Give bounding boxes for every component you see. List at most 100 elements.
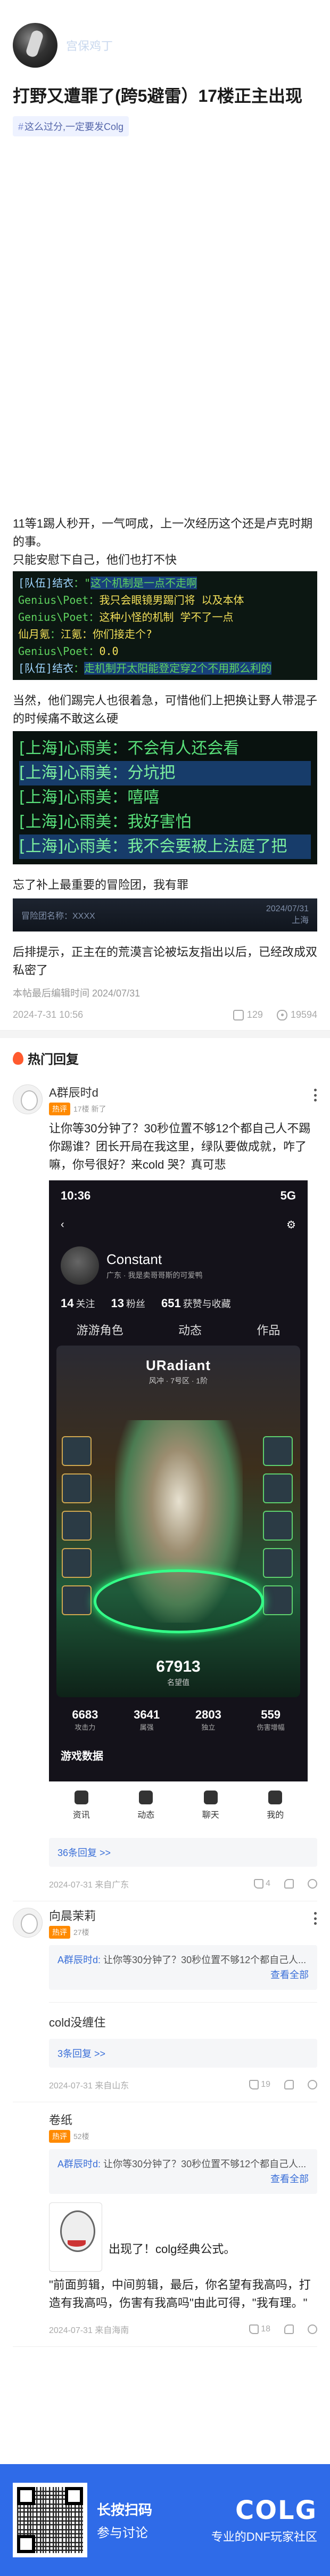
share-button[interactable] [308,2080,317,2089]
hot-replies-header: 热门回复 [0,1038,330,1078]
replies-box[interactable]: 36条回复 >> [49,1838,317,1867]
chat-line: Genius\Poet：我只会眼镜男踢门将 以及本体 [18,594,244,606]
post-meta: 2024-7-31 10:56 129 19594 [0,1000,330,1031]
comment-body: "前面剪辑，中间剪辑，最后，你名望有我高吗，打造有我高吗，伤害有我高吗"由此可得… [49,2278,311,2310]
rank-value: 67913 [156,1658,201,1675]
footer-cta: 长按扫码 参与讨论 [97,2499,152,2541]
comment-badges: 热评 52楼 [49,2130,89,2143]
thumbs-up-icon [249,2080,259,2089]
mini-shot-left: 冒险团名称：XXXX [21,912,95,921]
phone-profile: Constant 广东 · 我是卖哥哥斯的可爱鸭 [49,1238,308,1293]
comment-user: 卷纸 热评 52楼 [49,2111,89,2143]
replies-link[interactable]: 36条回复 >> [57,1848,111,1858]
share-icon [308,1879,317,1889]
comment-time: 2024-07-31 来自山东 [49,2081,129,2091]
phone-nav: ‹ ⚙ [49,1211,308,1238]
hash-icon: # [18,121,24,132]
colg-logo: COLG [235,2496,317,2525]
dislike-button[interactable] [284,1879,294,1889]
thumbs-up-icon [254,1879,264,1889]
more-icon[interactable] [314,1912,317,1925]
comment-actions: 18 [249,2324,317,2334]
comment-count[interactable]: 129 [233,1009,263,1020]
quote-box[interactable]: A群辰时d: 让你等30分钟了？30秒位置不够12个都自己人... 查看全部 [49,2149,317,2194]
chat-line: [上海]心雨美：不会有人还会看 [19,739,240,758]
comment-actions: 19 [249,2080,317,2089]
share-button[interactable] [308,1879,317,1889]
share-button[interactable] [308,2324,317,2334]
more-icon[interactable] [314,1089,317,1101]
footer-cta-1: 长按扫码 [97,2502,153,2518]
thumbs-up-icon [249,2324,259,2334]
avatar[interactable] [13,1908,43,1938]
comment-username[interactable]: 向晨茉莉 [49,1907,96,1924]
equipment-right [263,1436,295,1623]
footer-slogan: 专业的DNF玩家社区 [211,2530,317,2543]
paragraph: 忘了补上最重要的冒险团，我有罪 [13,878,189,892]
game-data-title: 游戏数据 [61,1751,103,1762]
meme: 出现了！colg经典公式。 [49,2202,317,2272]
chat-line: [上海]心雨美：嘻嘻 [19,788,160,807]
quote-box[interactable]: A群辰时d: 让你等30分钟了？30秒位置不够12个都自己人... 查看全部 [49,1945,317,1990]
comment-user: 向晨茉莉 热评 27楼 [49,1907,96,1939]
share-icon [308,2324,317,2334]
expand-link[interactable]: 查看全部 [57,2172,309,2186]
character-banner: URadiant 风冲 · 7号区 · 1阶 67913 名望值 [56,1346,300,1697]
comment-time: 2024-07-31 来自海南 [49,2326,129,2335]
replies-box[interactable]: 3条回复 >> [49,2039,317,2068]
paragraph: 只能安慰下自己，他们也打不快 [13,553,177,566]
quote-text: 让你等30分钟了？30秒位置不够12个都自己人... [103,2159,307,2169]
comment-username[interactable]: A群辰时d [49,1083,106,1100]
dislike-button[interactable] [284,2080,294,2089]
quote-author[interactable]: A群辰时d: [57,2159,101,2169]
comment-time: 2024-07-31 来自广东 [49,1881,129,1890]
mini-shot-right: 2024/07/31 上海 [266,904,309,925]
comment-header: A群辰时d 热评 17楼 新了 [13,1083,317,1115]
comment: 向晨茉莉 热评 27楼 A群辰时d: 让你等30分钟了？30秒位置不够12个都自… [0,1901,330,2003]
author-avatar[interactable] [13,23,57,68]
comment-footer: 2024-07-31 来自广东 4 [13,1867,317,1901]
post-stats: 129 19594 [233,1009,317,1020]
footer-cta-2: 参与讨论 [97,2526,148,2540]
comment-footer: 2024-07-31 来自海南 18 [13,2312,317,2347]
chat-line: Genius\Poet：这种小怪的机制 学不了一点 [18,611,234,623]
comment-username[interactable]: 卷纸 [49,2111,89,2128]
dislike-button[interactable] [284,2324,294,2334]
comment-badges: 热评 17楼 新了 [49,1103,106,1115]
comment: cold没缠住 3条回复 >> 2024-07-31 来自山东 19 [0,2003,330,2102]
chat-line: Genius\Poet：0.0 [18,645,119,658]
phone-location: 广东 · 我是卖哥哥斯的可爱鸭 [106,1270,203,1279]
chat-line: [上海]心雨美：分坑把 [19,761,311,785]
comment-badges: 热评 27楼 [49,1926,96,1939]
replies-link[interactable]: 3条回复 >> [57,2048,105,2059]
thumbs-down-icon [284,2080,294,2089]
phone-status-bar: 10:36 5G [61,1189,296,1202]
quote-author[interactable]: A群辰时d: [57,1955,101,1965]
paragraph: 当然，他们踢完人也很着急，可惜他们上把换让野人带混子的时候痛不敢这么硬 [13,694,318,725]
like-button[interactable]: 4 [254,1879,270,1889]
hot-badge: 热评 [49,2130,70,2143]
phone-tabs: 游游角色 动态 作品 [76,1324,280,1337]
phone-stats: 14 关注 13 粉丝 651 获赞与收藏 [61,1297,231,1310]
hot-replies-title: 热门回复 [28,1052,79,1067]
avatar[interactable] [13,1084,43,1114]
like-button[interactable]: 19 [249,2080,270,2089]
chat-line: [队伍]结衣："这个机制是一点不走啊 [18,577,197,589]
post-tag[interactable]: # 这么过分,一定要发Colg [13,116,129,136]
author-row: 宫保鸡丁 [0,0,330,69]
footer-banner: 长按扫码 参与讨论 COLG 专业的DNF玩家社区 [0,2464,330,2576]
paragraph: 11等1踢人秒开，一气呵成，上一次经历这个还是卢克时期的事。 [13,517,313,548]
author-name[interactable]: 宫保鸡丁 [66,37,113,54]
comment-username[interactable]: cold没缠住 [49,2013,105,2030]
page: 宫保鸡丁 打野又遭罪了(跨5避雷）17楼正主出现 # 这么过分,一定要发Colg … [0,0,330,2576]
phone-attributes: 6683 攻击力 3641 属强 2803 独立 559 伤害增幅 [72,1708,285,1731]
expand-link[interactable]: 查看全部 [57,1967,309,1982]
comment-actions: 4 [254,1879,317,1889]
floor-label: 27楼 [73,1928,89,1937]
comment-icon [233,1009,244,1020]
post-timestamp: 2024-7-31 10:56 [13,1009,84,1020]
qr-code[interactable] [13,2483,87,2557]
chat-screenshot-1: [队伍]结衣："这个机制是一点不走啊 Genius\Poet：我只会眼镜男踢门将… [13,571,317,680]
like-button[interactable]: 18 [249,2324,270,2334]
hot-badge: 热评 [49,1103,70,1115]
